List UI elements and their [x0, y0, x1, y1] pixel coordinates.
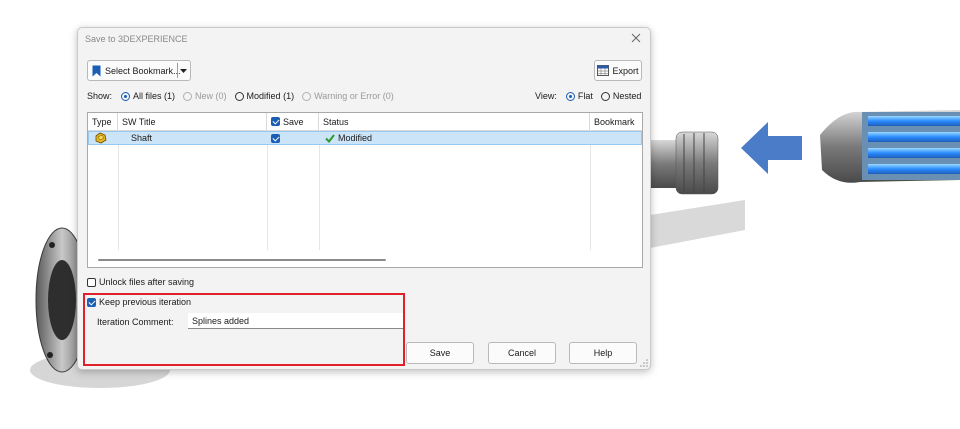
unlock-files-option[interactable]: Unlock files after saving [87, 277, 194, 287]
files-table: Type SW Title Save Status Bookmark Shaft [87, 112, 643, 268]
column-divider [118, 130, 119, 250]
table-header: Type SW Title Save Status Bookmark [88, 113, 642, 131]
radio-indicator [302, 91, 312, 101]
cancel-button[interactable]: Cancel [488, 342, 556, 364]
save-cell [271, 132, 283, 144]
row-save-checkbox[interactable] [271, 133, 280, 143]
show-warning-radio: Warning or Error (0) [302, 91, 394, 101]
bookmark-icon [92, 65, 101, 76]
column-header-save[interactable]: Save [267, 113, 319, 130]
view-nested-radio[interactable]: Nested [600, 91, 642, 101]
radio-label: New (0) [195, 91, 227, 101]
radio-indicator [600, 91, 610, 101]
view-flat-radio[interactable]: Flat [565, 91, 593, 101]
resize-grip-icon[interactable] [640, 359, 648, 367]
radio-label: Modified (1) [246, 91, 295, 101]
pointer-arrow [741, 122, 802, 174]
title-cell: Shaft [131, 133, 153, 143]
status-cell: Modified [325, 132, 372, 144]
column-header-title[interactable]: SW Title [118, 113, 267, 130]
select-bookmark-button[interactable]: Select Bookmark... [87, 60, 191, 81]
show-filter-row: Show: All files (1) New (0) Modified (1)… [87, 91, 402, 101]
select-bookmark-label: Select Bookmark... [105, 65, 181, 76]
show-label: Show: [87, 91, 113, 101]
save-button[interactable]: Save [406, 342, 474, 364]
unlock-files-checkbox[interactable] [87, 277, 96, 287]
radio-label: Nested [612, 91, 642, 101]
show-all-files-radio[interactable]: All files (1) [121, 91, 175, 101]
radio-indicator [183, 91, 193, 101]
spreadsheet-icon [597, 65, 610, 76]
highlight-box [83, 293, 405, 366]
radio-indicator [234, 91, 244, 101]
close-icon[interactable] [629, 31, 643, 45]
chevron-down-icon[interactable] [180, 69, 187, 73]
radio-indicator [565, 91, 575, 101]
show-modified-radio[interactable]: Modified (1) [234, 91, 295, 101]
help-button[interactable]: Help [569, 342, 637, 364]
export-label: Export [612, 65, 639, 76]
column-header-type[interactable]: Type [88, 113, 118, 130]
column-header-bookmark[interactable]: Bookmark [590, 113, 642, 130]
horizontal-scrollbar[interactable] [98, 259, 386, 261]
export-button[interactable]: Export [594, 60, 642, 81]
unlock-files-label: Unlock files after saving [99, 277, 195, 287]
split-separator [177, 63, 178, 78]
column-divider [590, 130, 591, 250]
checkmark-icon [325, 133, 335, 143]
column-header-status[interactable]: Status [319, 113, 590, 130]
view-label: View: [535, 91, 557, 101]
dialog-title: Save to 3DEXPERIENCE [85, 34, 188, 44]
table-row[interactable]: Shaft Modified [88, 131, 642, 145]
type-cell [94, 132, 107, 144]
column-divider [319, 130, 320, 250]
column-divider [267, 130, 268, 250]
view-mode-row: View: Flat Nested [535, 91, 641, 101]
radio-label: All files (1) [133, 91, 176, 101]
status-text: Modified [338, 133, 373, 143]
part-icon [95, 132, 107, 144]
radio-label: Warning or Error (0) [314, 91, 394, 101]
radio-indicator [121, 91, 131, 101]
show-new-radio: New (0) [183, 91, 227, 101]
save-all-checkbox[interactable] [271, 117, 280, 126]
radio-label: Flat [577, 91, 593, 101]
